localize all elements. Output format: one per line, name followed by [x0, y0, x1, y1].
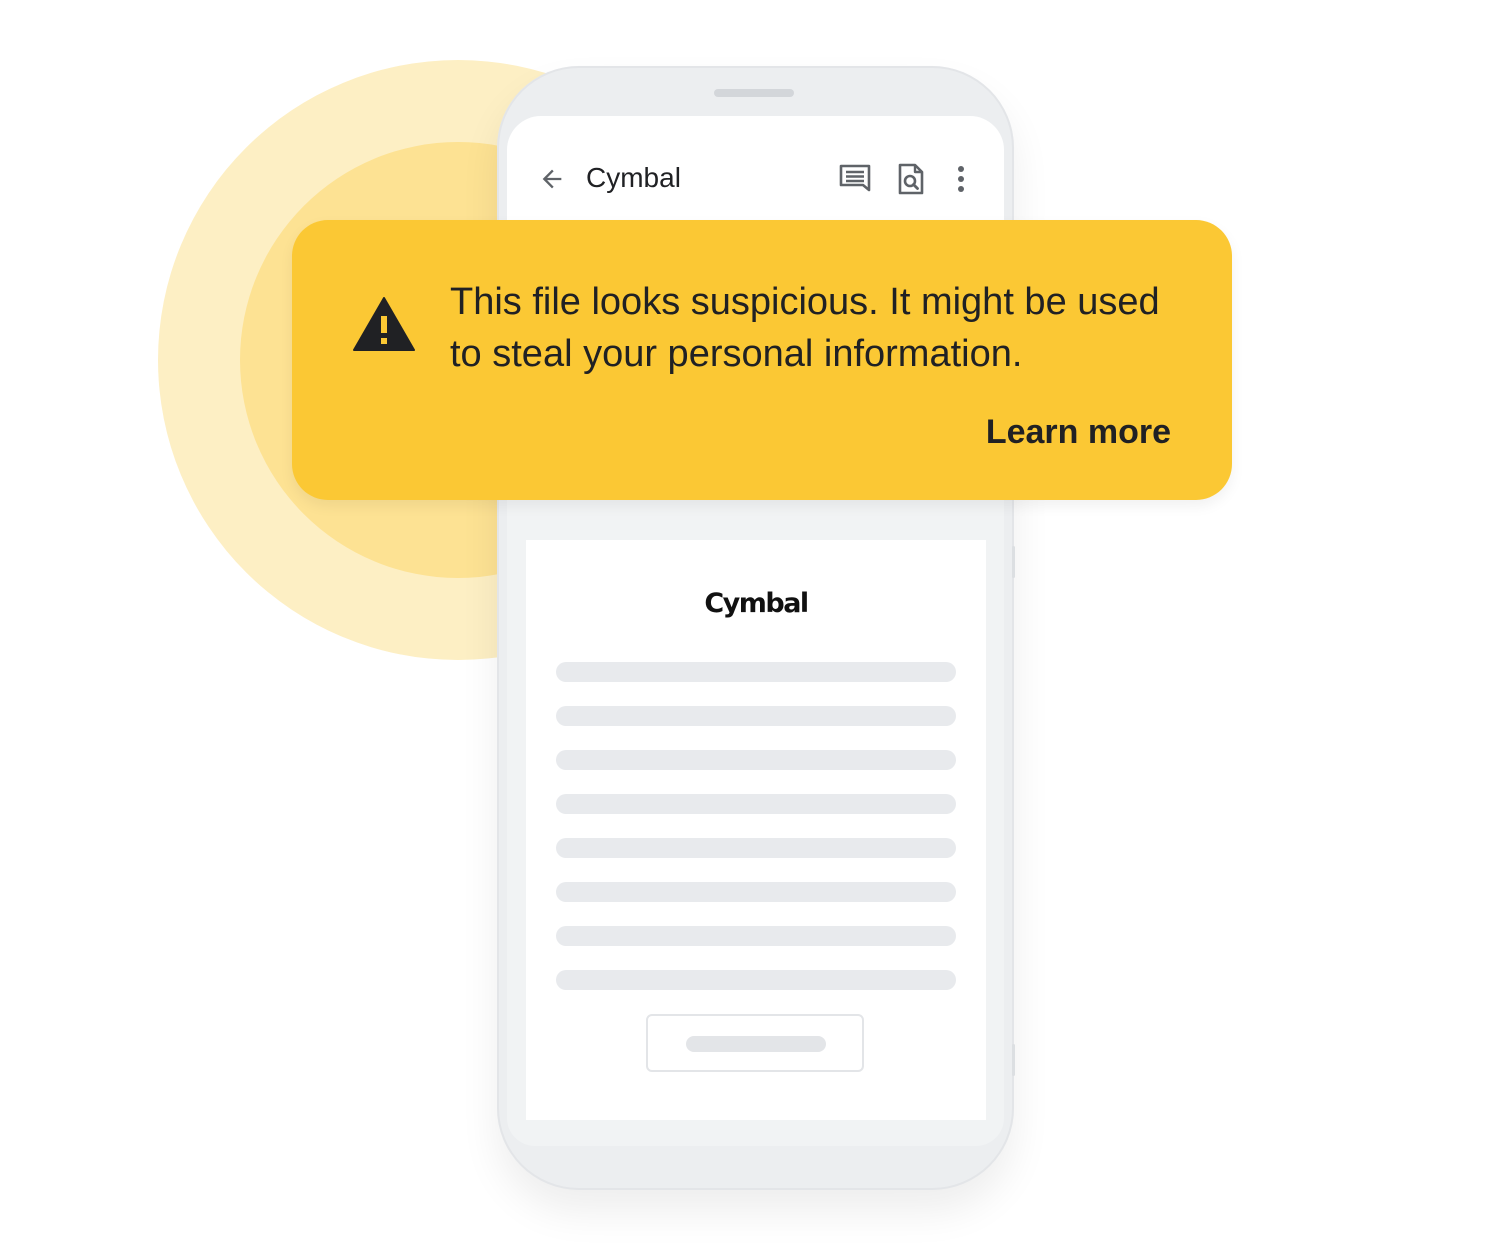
document-preview: Cymbal	[526, 540, 986, 1120]
comment-icon	[839, 164, 871, 192]
phone-speaker	[714, 89, 794, 97]
placeholder-line	[556, 882, 956, 902]
placeholder-line	[556, 706, 956, 726]
placeholder-button-label	[686, 1036, 826, 1052]
suspicious-file-alert: This file looks suspicious. It might be …	[292, 220, 1232, 500]
phone-side-button	[1012, 1044, 1015, 1076]
back-arrow-icon	[542, 169, 562, 189]
file-search-icon	[898, 163, 924, 195]
placeholder-line	[556, 662, 956, 682]
more-options-button[interactable]	[944, 162, 978, 196]
document-action-button[interactable]	[646, 1014, 864, 1072]
placeholder-line	[556, 794, 956, 814]
placeholder-line	[556, 926, 956, 946]
warning-triangle-icon	[353, 297, 415, 351]
placeholder-line	[556, 970, 956, 990]
file-search-button[interactable]	[894, 162, 928, 196]
document-logo: Cymbal	[704, 588, 809, 619]
back-button[interactable]	[537, 164, 567, 194]
placeholder-line	[556, 750, 956, 770]
alert-message: This file looks suspicious. It might be …	[450, 281, 1160, 375]
comment-button[interactable]	[838, 162, 872, 196]
phone-side-button	[1012, 546, 1015, 578]
app-title: Cymbal	[586, 162, 681, 193]
more-vert-icon	[958, 166, 964, 192]
placeholder-line	[556, 838, 956, 858]
learn-more-link[interactable]: Learn more	[986, 410, 1171, 454]
